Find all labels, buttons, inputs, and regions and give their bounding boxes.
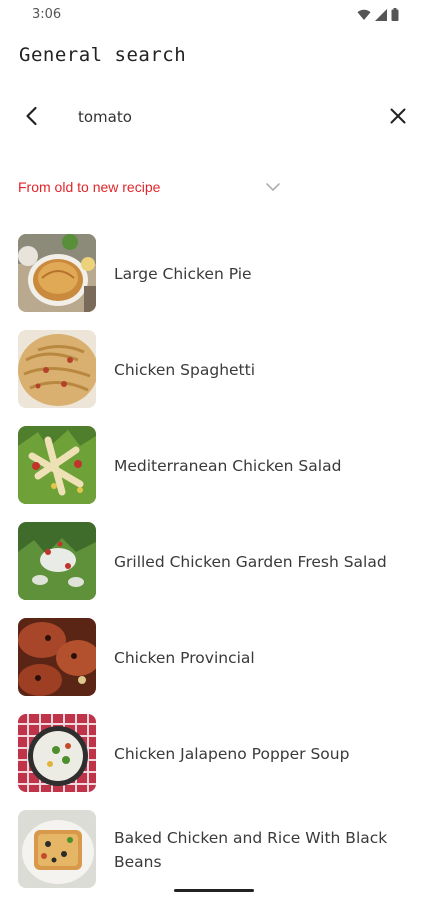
page-title: General search <box>19 44 187 66</box>
sort-dropdown[interactable]: From old to new recipe <box>18 176 318 200</box>
recipe-name: Mediterranean Chicken Salad <box>114 457 342 475</box>
recipe-thumbnail <box>18 522 96 600</box>
wifi-icon <box>357 9 371 20</box>
recipe-thumbnail <box>18 234 96 312</box>
recipe-item[interactable]: Chicken Spaghetti <box>0 330 427 410</box>
search-bar <box>0 98 427 138</box>
chevron-down-icon <box>266 183 280 191</box>
close-icon <box>390 108 406 124</box>
status-time: 3:06 <box>32 7 62 22</box>
recipe-name: Large Chicken Pie <box>114 265 252 283</box>
recipe-thumbnail <box>18 330 96 408</box>
recipe-name: Baked Chicken and Rice With Black Beans <box>114 829 388 871</box>
search-input[interactable] <box>78 102 368 132</box>
cell-signal-icon <box>375 8 387 21</box>
back-button[interactable] <box>20 104 44 128</box>
status-icons <box>357 8 399 21</box>
recipe-item[interactable]: Large Chicken Pie <box>0 234 427 314</box>
recipe-name: Chicken Spaghetti <box>114 361 256 379</box>
recipe-item[interactable]: Grilled Chicken Garden Fresh Salad <box>0 522 427 602</box>
recipe-thumbnail <box>18 714 96 792</box>
home-indicator[interactable] <box>174 889 254 892</box>
recipe-thumbnail <box>18 810 96 888</box>
recipe-item[interactable]: Baked Chicken and Rice With Black Beans <box>0 810 427 890</box>
recipe-name: Chicken Provincial <box>114 649 255 667</box>
recipe-item[interactable]: Chicken Jalapeno Popper Soup <box>0 714 427 794</box>
status-bar: 3:06 <box>0 0 427 30</box>
recipe-thumbnail <box>18 618 96 696</box>
chevron-left-icon <box>26 106 37 126</box>
battery-icon <box>391 8 399 21</box>
clear-search-button[interactable] <box>386 104 410 128</box>
recipe-item[interactable]: Chicken Provincial <box>0 618 427 698</box>
recipe-name: Grilled Chicken Garden Fresh Salad <box>114 553 387 571</box>
recipe-thumbnail <box>18 426 96 504</box>
sort-label: From old to new recipe <box>18 179 161 195</box>
recipe-item[interactable]: Mediterranean Chicken Salad <box>0 426 427 506</box>
recipe-name: Chicken Jalapeno Popper Soup <box>114 745 350 763</box>
